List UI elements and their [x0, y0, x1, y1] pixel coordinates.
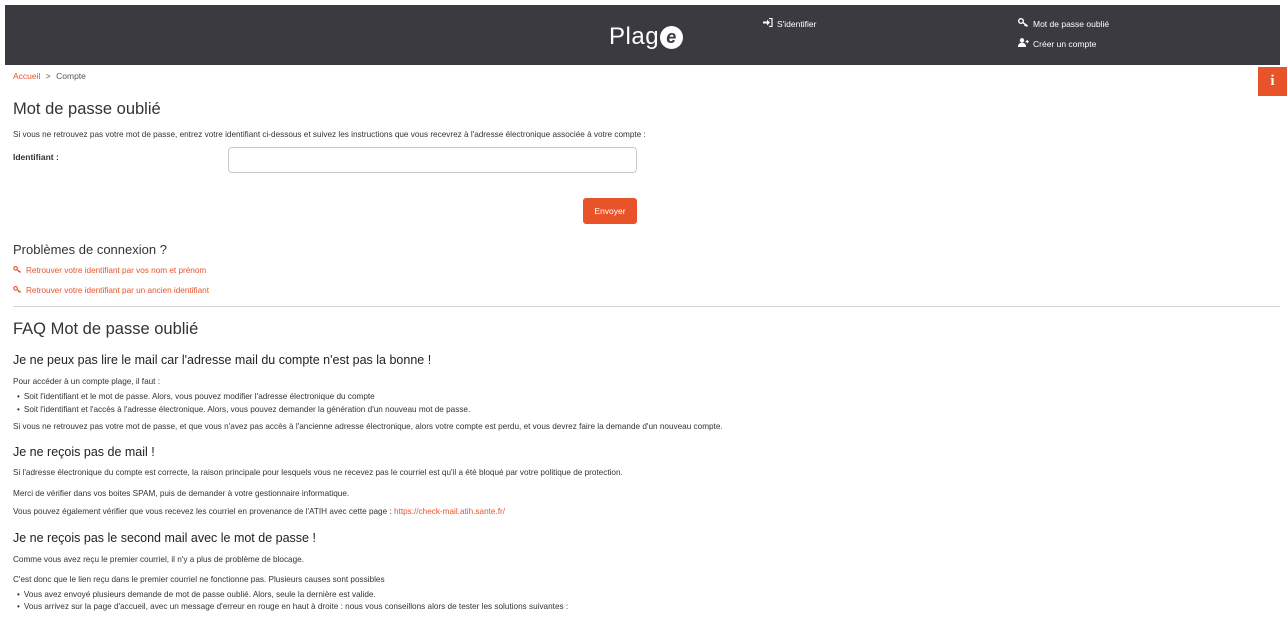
logo-e-badge: e — [660, 26, 684, 49]
key-icon — [1018, 18, 1029, 29]
recover-by-old-id-link[interactable]: Retrouver votre identifiant par un ancie… — [13, 286, 209, 295]
check-mail-link[interactable]: https://check-mail.atih.sante.fr/ — [394, 507, 505, 516]
recover-by-old-id-label: Retrouver votre identifiant par un ancie… — [26, 286, 209, 295]
breadcrumb-current: Compte — [56, 71, 86, 81]
plage-logo[interactable]: Plag e — [609, 23, 684, 51]
user-plus-icon — [1018, 38, 1029, 49]
faq-q2-p1: Si l'adresse électronique du compte est … — [13, 468, 623, 477]
breadcrumb-separator: > — [45, 71, 51, 81]
sign-in-icon — [763, 17, 773, 29]
breadcrumb: Accueil > Compte — [13, 71, 86, 81]
faq-q2-p2: Merci de vérifier dans vos boites SPAM, … — [13, 489, 350, 498]
key-icon — [13, 286, 22, 295]
problems-title: Problèmes de connexion ? — [13, 242, 167, 257]
recover-by-name-link[interactable]: Retrouver votre identifiant par vos nom … — [13, 266, 206, 275]
faq-q3-p2: C'est donc que le lien reçu dans le prem… — [13, 575, 385, 584]
faq-q1-bullet: Soit l'identifiant et le mot de passe. A… — [13, 392, 375, 401]
key-icon — [13, 266, 22, 275]
faq-q1-title: Je ne peux pas lire le mail car l'adress… — [13, 353, 432, 367]
faq-q2-title: Je ne reçois pas de mail ! — [13, 445, 155, 459]
page-title: Mot de passe oublié — [13, 100, 161, 118]
create-account-label: Créer un compte — [1033, 38, 1097, 49]
identifier-label: Identifiant : — [13, 152, 59, 162]
info-button[interactable]: i — [1258, 67, 1287, 96]
send-button[interactable]: Envoyer — [583, 198, 637, 224]
faq-q3-bullet: Vous arrivez sur la page d'accueil, avec… — [13, 602, 568, 611]
forgot-password-label: Mot de passe oublié — [1033, 18, 1110, 29]
breadcrumb-home[interactable]: Accueil — [13, 71, 40, 81]
faq-q3-p1: Comme vous avez reçu le premier courriel… — [13, 555, 304, 564]
faq-q3-bullet: Vous avez envoyé plusieurs demande de mo… — [13, 590, 376, 599]
faq-q2-p3-text: Vous pouvez également vérifier que vous … — [13, 507, 392, 516]
faq-q1-intro: Pour accéder à un compte plage, il faut … — [13, 377, 161, 386]
faq-q1-bullet: Soit l'identifiant et l'accès à l'adress… — [13, 405, 470, 414]
faq-q3-title: Je ne reçois pas le second mail avec le … — [13, 531, 316, 545]
faq-q1-outro: Si vous ne retrouvez pas votre mot de pa… — [13, 422, 723, 431]
login-link[interactable]: S'identifier — [763, 17, 817, 29]
top-navbar: Plag e S'identifier Mot de passe oublié C… — [5, 5, 1280, 65]
faq-title: FAQ Mot de passe oublié — [13, 320, 199, 338]
create-account-link[interactable]: Créer un compte — [1018, 38, 1096, 49]
identifier-input[interactable] — [228, 147, 637, 173]
recover-by-name-label: Retrouver votre identifiant par vos nom … — [26, 266, 207, 275]
logo-text: Plag — [609, 23, 660, 50]
login-label: S'identifier — [777, 18, 817, 29]
faq-q2-p3: Vous pouvez également vérifier que vous … — [13, 507, 505, 516]
section-divider — [13, 306, 1280, 307]
form-intro: Si vous ne retrouvez pas votre mot de pa… — [13, 130, 646, 139]
forgot-password-link[interactable]: Mot de passe oublié — [1018, 18, 1109, 29]
